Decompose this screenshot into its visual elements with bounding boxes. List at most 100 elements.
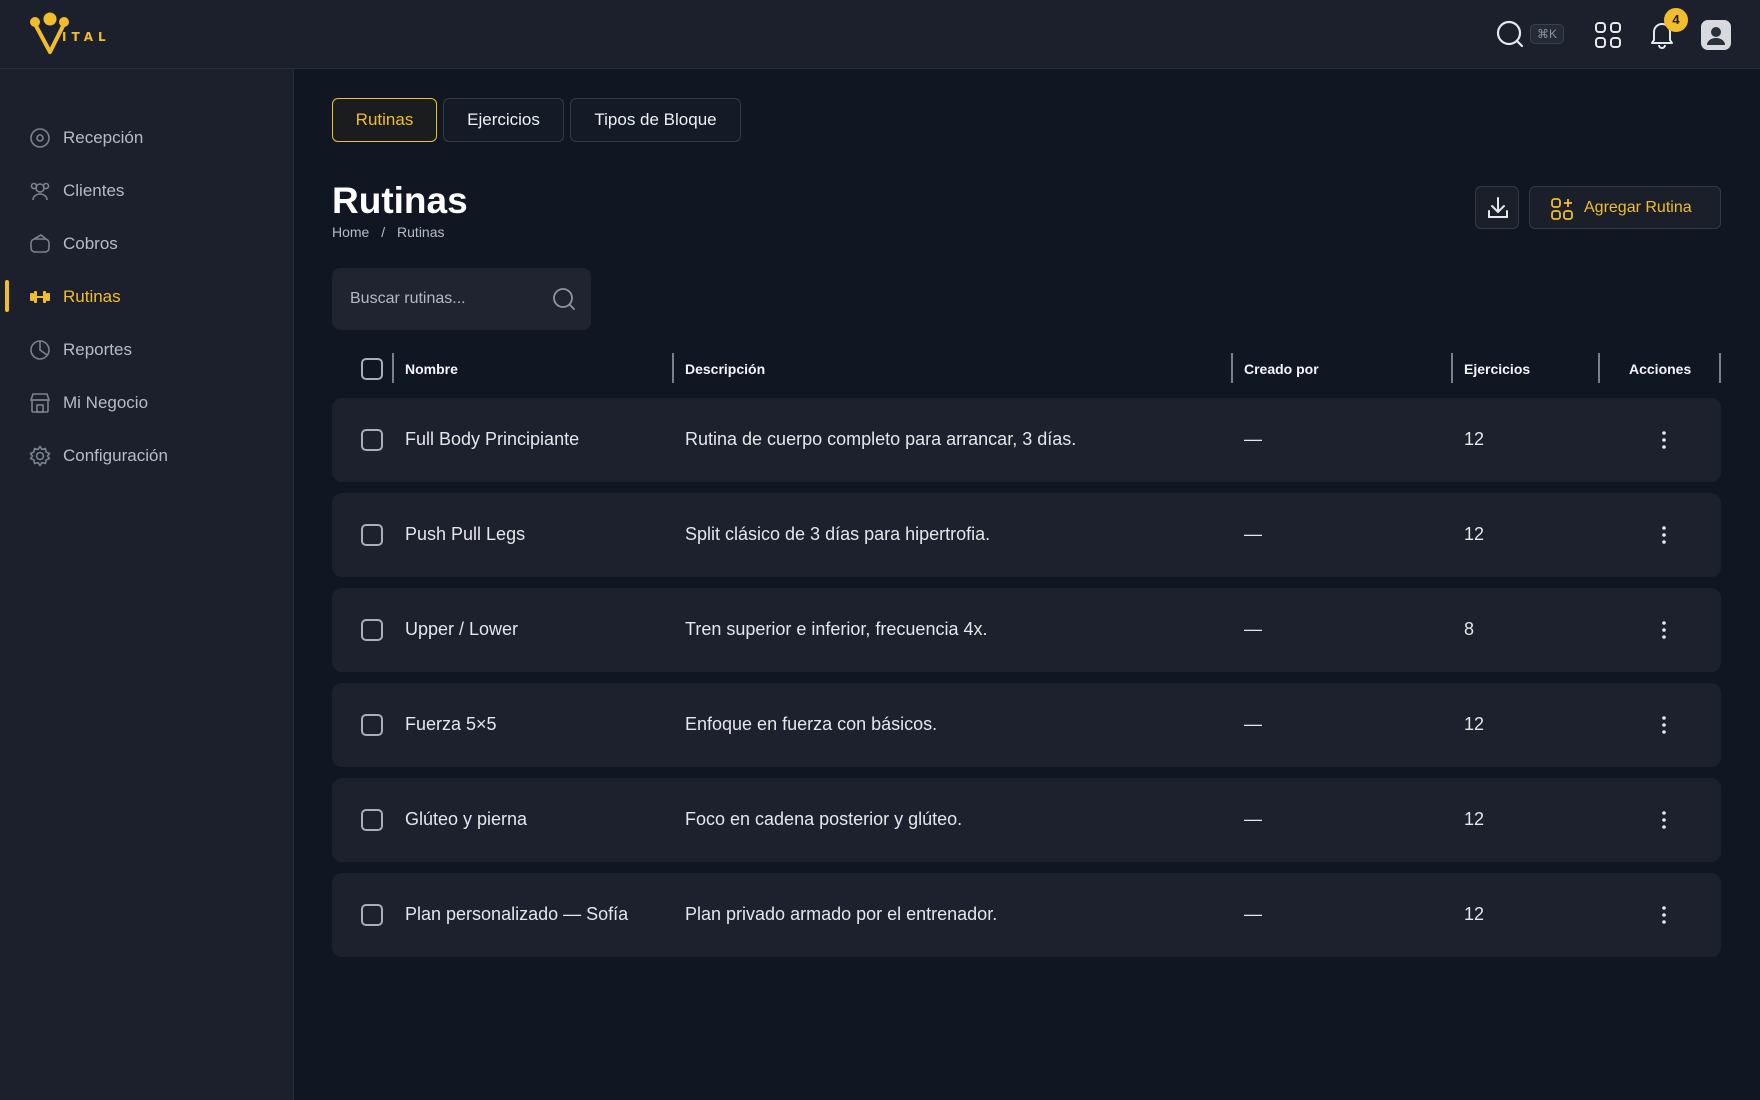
row-checkbox[interactable]	[361, 809, 383, 831]
table-row[interactable]: Glúteo y pierna Foco en cadena posterior…	[332, 778, 1721, 862]
pie-chart-icon	[29, 339, 51, 361]
select-all-checkbox[interactable]	[361, 358, 383, 380]
sidebar-item-configuracion[interactable]: Configuración	[0, 435, 294, 475]
tab-tipos-de-bloque[interactable]: Tipos de Bloque	[570, 98, 741, 142]
cell-creado-por: —	[1244, 619, 1262, 639]
cell-descripcion: Split clásico de 3 días para hipertrofia…	[685, 524, 991, 544]
cell-ejercicios: 12	[1464, 904, 1485, 924]
gear-icon	[29, 445, 51, 467]
store-icon	[29, 392, 51, 414]
column-nombre[interactable]: Nombre	[405, 361, 458, 377]
sidebar-item-label: Clientes	[63, 181, 125, 200]
column-acciones: Acciones	[1629, 361, 1692, 377]
cell-descripcion: Tren superior e inferior, frecuencia 4x.	[685, 619, 988, 639]
sidebar-item-rutinas[interactable]: Rutinas	[0, 276, 294, 316]
page-title: Rutinas	[332, 180, 468, 221]
search-icon[interactable]	[1496, 20, 1524, 48]
cell-nombre: Plan personalizado — Sofía	[405, 904, 629, 924]
cell-nombre: Glúteo y pierna	[405, 809, 528, 829]
cell-nombre: Push Pull Legs	[405, 524, 526, 544]
row-checkbox[interactable]	[361, 904, 383, 926]
cell-creado-por: —	[1244, 904, 1262, 924]
table-row[interactable]: Upper / Lower Tren superior e inferior, …	[332, 588, 1721, 672]
shortcut-hint: ⌘K	[1530, 24, 1565, 44]
download-icon	[1488, 197, 1508, 218]
sidebar-item-cobros[interactable]: Cobros	[0, 223, 294, 263]
row-checkbox[interactable]	[361, 619, 383, 641]
sidebar-item-label: Reportes	[63, 340, 132, 359]
column-divider[interactable]	[1598, 353, 1600, 383]
cell-creado-por: —	[1244, 429, 1262, 449]
download-button[interactable]	[1475, 186, 1519, 229]
table-row[interactable]: Plan personalizado — Sofía Plan privado …	[332, 873, 1721, 957]
row-checkbox[interactable]	[361, 524, 383, 546]
more-vertical-icon[interactable]	[1652, 903, 1676, 927]
cell-nombre: Fuerza 5×5	[405, 714, 497, 734]
row-checkbox[interactable]	[361, 429, 383, 451]
cell-descripcion: Foco en cadena posterior y glúteo.	[685, 809, 963, 829]
cell-creado-por: —	[1244, 524, 1262, 544]
sidebar-item-label: Mi Negocio	[63, 393, 149, 412]
cell-ejercicios: 12	[1464, 714, 1485, 734]
column-divider[interactable]	[1719, 353, 1721, 383]
breadcrumb-separator: /	[381, 224, 386, 240]
sidebar-item-label: Recepción	[63, 128, 144, 147]
column-creado-por[interactable]: Creado por	[1244, 361, 1319, 377]
column-divider[interactable]	[1231, 353, 1233, 383]
sidebar-item-label: Configuración	[63, 446, 168, 465]
breadcrumb: Home / Rutinas	[332, 224, 453, 240]
avatar[interactable]	[1701, 20, 1731, 50]
wallet-icon	[29, 233, 51, 255]
column-divider[interactable]	[672, 353, 674, 383]
column-descripcion[interactable]: Descripción	[685, 361, 765, 377]
more-vertical-icon[interactable]	[1652, 808, 1676, 832]
search-field	[332, 268, 591, 330]
tab-ejercicios[interactable]: Ejercicios	[443, 98, 564, 142]
add-rutina-label: Agregar Rutina	[1584, 199, 1692, 216]
dumbbell-icon	[29, 286, 51, 308]
breadcrumb-home[interactable]: Home	[332, 224, 369, 240]
sidebar: Recepción Clientes Cobros Rutinas Report…	[0, 69, 294, 1100]
more-vertical-icon[interactable]	[1652, 428, 1676, 452]
cell-descripcion: Plan privado armado por el entrenador.	[685, 904, 998, 924]
cell-nombre: Full Body Principiante	[405, 429, 580, 449]
sidebar-item-label: Rutinas	[63, 287, 121, 306]
table-header: Nombre Descripción Creado por Ejercicios…	[332, 353, 1721, 385]
cell-creado-por: —	[1244, 714, 1262, 734]
sidebar-item-recepcion[interactable]: Recepción	[0, 117, 294, 157]
cell-descripcion: Enfoque en fuerza con básicos.	[685, 714, 938, 734]
tab-rutinas[interactable]: Rutinas	[332, 98, 437, 142]
search-input[interactable]	[350, 287, 540, 311]
cell-descripcion: Rutina de cuerpo completo para arrancar,…	[685, 429, 1077, 449]
cell-nombre: Upper / Lower	[405, 619, 519, 639]
cell-ejercicios: 12	[1464, 809, 1485, 829]
logo-text: ITAL	[62, 30, 111, 44]
table-row[interactable]: Fuerza 5×5 Enfoque en fuerza con básicos…	[332, 683, 1721, 767]
sidebar-item-mi-negocio[interactable]: Mi Negocio	[0, 382, 294, 422]
top-bar: ITAL ⌘K 4	[0, 0, 1760, 69]
notification-badge: 4	[1664, 8, 1688, 32]
apps-grid-icon[interactable]	[1594, 21, 1622, 49]
cell-ejercicios: 12	[1464, 429, 1485, 449]
breadcrumb-current: Rutinas	[397, 224, 445, 240]
sidebar-item-reportes[interactable]: Reportes	[0, 329, 294, 369]
users-icon	[29, 180, 51, 202]
column-divider[interactable]	[392, 353, 394, 383]
column-ejercicios[interactable]: Ejercicios	[1464, 361, 1530, 377]
cell-ejercicios: 12	[1464, 524, 1485, 544]
column-divider[interactable]	[1451, 353, 1453, 383]
row-checkbox[interactable]	[361, 714, 383, 736]
sidebar-item-label: Cobros	[63, 234, 118, 253]
more-vertical-icon[interactable]	[1652, 523, 1676, 547]
more-vertical-icon[interactable]	[1652, 618, 1676, 642]
search-icon[interactable]	[552, 287, 576, 311]
more-vertical-icon[interactable]	[1652, 713, 1676, 737]
sidebar-item-clientes[interactable]: Clientes	[0, 170, 294, 210]
table-row[interactable]: Full Body Principiante Rutina de cuerpo …	[332, 398, 1721, 482]
reception-icon	[29, 127, 51, 149]
add-rutina-button[interactable]: Agregar Rutina	[1529, 186, 1721, 229]
table-row[interactable]: Push Pull Legs Split clásico de 3 días p…	[332, 493, 1721, 577]
cell-ejercicios: 8	[1464, 619, 1475, 639]
cell-creado-por: —	[1244, 809, 1262, 829]
add-grid-icon	[1550, 197, 1574, 221]
